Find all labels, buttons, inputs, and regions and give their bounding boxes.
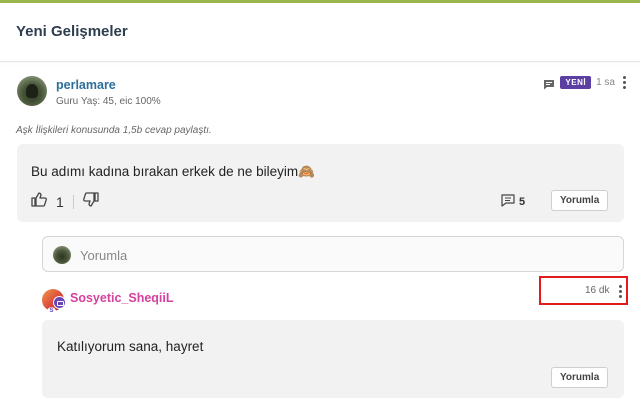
post-reactions: 1 [31,192,99,212]
comment-count-value: 5 [519,196,526,208]
comment-input-placeholder: Yorumla [80,248,128,263]
post-text: Bu adımı kadına bırakan erkek de ne bile… [31,164,315,179]
thumbs-down-icon[interactable] [82,192,99,212]
post-meta: YENİ 1 sa [543,76,626,90]
comment-icon [501,194,515,210]
reply-more-options-icon[interactable] [618,285,622,298]
post-author-meta: Guru Yaş: 45, eic 100% [56,96,161,107]
reply-card: Katılıyorum sana, hayret Yorumla [42,320,624,398]
post-time: 1 sa [596,77,615,88]
post-author-name[interactable]: perlamare [56,78,116,92]
reply-text: Katılıyorum sana, hayret [57,339,204,354]
reply-comment-button[interactable]: Yorumla [551,367,609,388]
post-activity: Aşk İlişkileri konusunda 1,5b cevap payl… [16,125,212,136]
reply-time: 16 dk [585,285,610,296]
post-author-avatar[interactable] [17,76,47,106]
reply-author-name[interactable]: Sosyetic_SheqiiL [70,291,174,305]
more-options-icon[interactable] [622,76,626,89]
like-count: 1 [56,194,64,210]
new-badge: YENİ [560,76,592,89]
message-icon [543,77,555,90]
header-divider [0,61,640,62]
comment-count[interactable]: 5 [501,194,525,210]
comment-input[interactable]: Yorumla [42,236,624,272]
reaction-divider [72,195,74,209]
current-user-avatar [53,246,71,264]
highlight-box [539,276,628,305]
post-comment-button[interactable]: Yorumla [551,190,609,211]
panel-title: Yeni Gelişmeler [16,23,128,40]
thumbs-up-icon[interactable] [31,192,47,212]
post-card: Bu adımı kadına bırakan erkek de ne bile… [17,144,624,222]
member-badge-icon [53,296,66,309]
avatar-badge-letter: S [47,307,56,316]
